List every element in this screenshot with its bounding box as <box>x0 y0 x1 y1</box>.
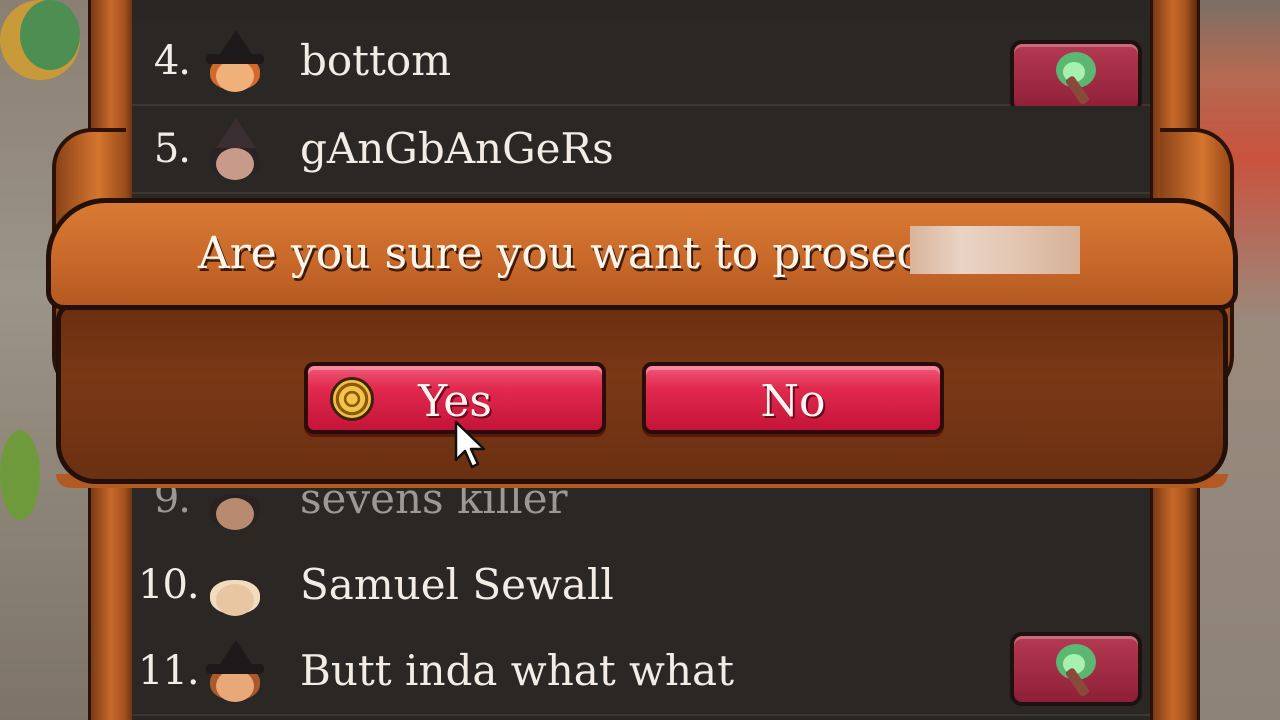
player-number: 11. <box>138 648 200 694</box>
player-name: bottom <box>300 36 452 85</box>
torch-action-button[interactable] <box>1010 40 1142 114</box>
foliage-decoration <box>20 0 80 70</box>
player-number: 5. <box>153 126 191 172</box>
player-number: 10. <box>138 562 200 608</box>
player-avatar <box>204 554 266 616</box>
player-number: 4. <box>153 38 191 84</box>
player-name: Butt inda what what <box>300 646 734 695</box>
player-avatar <box>204 118 266 180</box>
mouse-cursor-icon <box>454 420 486 469</box>
player-avatar <box>204 30 266 92</box>
prosecute-confirm-dialog: Are you sure you want to prosecute Yes N… <box>46 198 1238 488</box>
player-row: 4. bottom <box>132 18 1150 114</box>
player-row: 5. gAnGbAnGeRs <box>132 106 1150 194</box>
coin-icon <box>330 377 374 421</box>
player-row: 11. Butt inda what what <box>132 628 1150 716</box>
no-button[interactable]: No <box>642 362 944 434</box>
no-button-label: No <box>760 376 826 427</box>
player-row: 10. Samuel Sewall <box>132 542 1150 630</box>
creature-decoration <box>0 430 40 520</box>
redacted-player-name <box>910 226 1080 274</box>
dialog-question: Are you sure you want to prosecute <box>198 228 994 279</box>
torch-icon <box>1056 52 1096 105</box>
player-avatar <box>204 640 266 702</box>
player-name: gAnGbAnGeRs <box>300 124 614 173</box>
torch-icon <box>1056 644 1096 697</box>
player-name: Samuel Sewall <box>300 560 614 609</box>
torch-action-button[interactable] <box>1010 632 1142 706</box>
